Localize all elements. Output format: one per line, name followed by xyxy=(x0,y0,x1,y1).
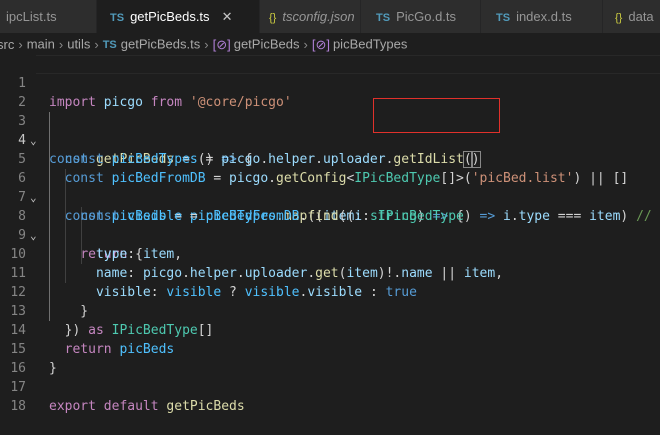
tab-label: data xyxy=(628,9,654,24)
ts-file-icon: TS xyxy=(110,12,125,24)
json-file-icon: {} xyxy=(615,12,623,24)
json-file-icon: {} xyxy=(269,12,277,24)
code-line: 4 const picBedTypes = picgo.helper.uploa… xyxy=(0,112,660,168)
symbol-icon: [⊘] xyxy=(311,36,330,52)
tab-label: PicGo.d.ts xyxy=(396,9,457,24)
code-line: 3 ⌄ const getPicBeds = () => { xyxy=(0,93,660,167)
code-line: 5 const picBedFromDB = picgo.getConfig<I… xyxy=(0,131,660,186)
code-line: 2 xyxy=(0,74,660,110)
tab-ipclist[interactable]: ipcList.ts xyxy=(0,0,97,33)
tab-label: getPicBeds.ts xyxy=(130,9,210,24)
code-line: 10 name: picgo.helper.uploader.get(item)… xyxy=(0,226,660,281)
breadcrumb: src › main › utils › TS getPicBeds.ts › [⊘] getPic… xyxy=(0,33,660,55)
close-icon[interactable]: ✕ xyxy=(222,0,233,33)
symbol-icon: [⊘] xyxy=(212,36,231,52)
code-line: 15 } xyxy=(0,321,660,376)
code-line: 13 }) as IPicBedType[] xyxy=(0,283,660,338)
breadcrumb-file[interactable]: getPicBeds.ts xyxy=(121,37,201,52)
code-line: 9 type: item, xyxy=(0,207,660,262)
code-line: 14 return picBeds xyxy=(0,302,660,357)
tab-picgo-dts[interactable]: TS PicGo.d.ts xyxy=(361,0,481,33)
code-line: 11 visible: visible ? visible.visible : … xyxy=(0,245,660,300)
code-line: 16 xyxy=(0,340,660,376)
code-line: 12 } xyxy=(0,264,660,319)
ts-file-icon: TS xyxy=(102,38,117,51)
breadcrumb-symbol-picbedtypes[interactable]: picBedTypes xyxy=(333,37,407,52)
code-line: 6 ⌄ const picBeds = picBedTypes.map((ite… xyxy=(0,150,660,224)
ts-file-icon: TS xyxy=(496,12,511,24)
tab-data[interactable]: {} data xyxy=(603,0,660,33)
breadcrumb-utils[interactable]: utils xyxy=(67,37,90,52)
breadcrumb-src[interactable]: src xyxy=(0,37,14,52)
tab-getpicbeds[interactable]: TS getPicBeds.ts ✕ xyxy=(97,0,260,33)
code-line: 8 ⌄ return { xyxy=(0,188,660,262)
code-line: 18 xyxy=(0,378,660,414)
code-line: 17 export default getPicBeds xyxy=(0,359,660,414)
tab-label: tsconfig.json xyxy=(282,9,355,24)
code-editor[interactable]: 1 import picgo from '@core/picgo' 2 3 ⌄ … xyxy=(0,55,660,414)
breadcrumb-main[interactable]: main xyxy=(27,37,55,52)
breadcrumb-symbol[interactable]: getPicBeds xyxy=(234,37,300,52)
annotation-highlight-box xyxy=(373,98,500,133)
tab-bar: ipcList.ts TS getPicBeds.ts ✕ {} tsconfig.j… xyxy=(0,0,660,33)
tab-label: ipcList.ts xyxy=(6,9,57,24)
tab-tsconfig[interactable]: {} tsconfig.json xyxy=(260,0,361,33)
code-line: 7 const visible = picBedFromDB.find((i: … xyxy=(0,169,660,224)
code-line: 1 import picgo from '@core/picgo' xyxy=(0,55,660,110)
tab-label: index.d.ts xyxy=(516,9,572,24)
tab-index-dts[interactable]: TS index.d.ts xyxy=(481,0,603,33)
ts-file-icon: TS xyxy=(376,12,391,24)
